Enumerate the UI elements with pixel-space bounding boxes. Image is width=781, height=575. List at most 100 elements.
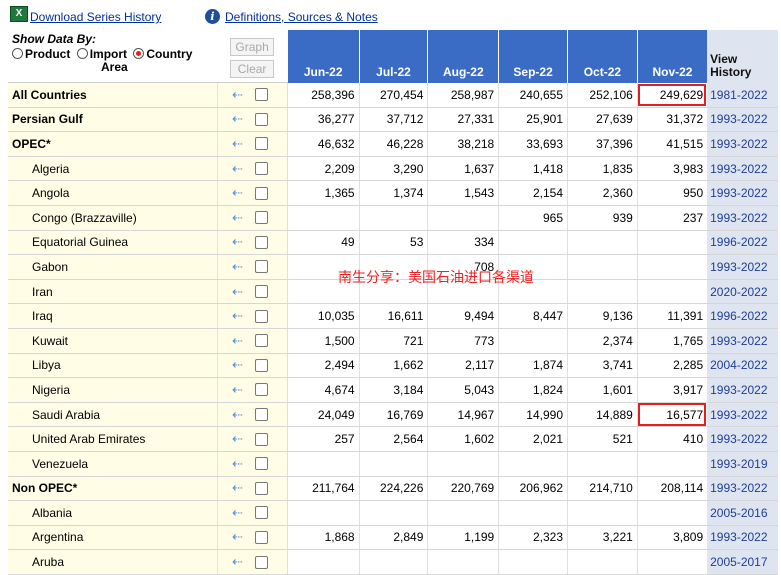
data-cell: 3,221 — [567, 525, 638, 551]
view-history-link[interactable]: 1993-2022 — [710, 530, 767, 544]
select-checkbox[interactable] — [254, 530, 268, 544]
data-cell: 214,710 — [567, 476, 638, 502]
info-icon[interactable]: i — [205, 9, 220, 24]
view-history-link[interactable]: 2005-2017 — [710, 555, 767, 569]
data-cell: 16,769 — [358, 402, 428, 428]
view-history-link[interactable]: 1981-2022 — [710, 88, 767, 102]
history-cell: 1993-2022 — [707, 107, 778, 133]
table-row: All Countries ⇠ 258,396 270,454 258,987 240,6… — [8, 82, 778, 108]
select-checkbox[interactable] — [254, 506, 268, 520]
data-cell: 24,049 — [286, 402, 360, 428]
data-cell — [358, 451, 428, 477]
data-cell: 2,323 — [498, 525, 568, 551]
table-row: Algeria ⇠ 2,209 3,290 1,637 1,418 1,835 3,983 19… — [8, 156, 778, 182]
row-label: Libya — [8, 353, 218, 379]
data-cell — [636, 451, 708, 477]
history-cell: 1993-2022 — [707, 476, 778, 502]
view-history-link[interactable]: 1993-2022 — [710, 186, 767, 200]
row-controls: ⇠ — [216, 205, 288, 231]
download-series-history-link[interactable]: Download Series History — [30, 10, 161, 24]
table-row: Libya ⇠ 2,494 1,662 2,117 1,874 3,741 2,285 2004… — [8, 353, 778, 379]
select-checkbox[interactable] — [254, 334, 268, 348]
history-cell: 1993-2022 — [707, 156, 778, 182]
select-checkbox[interactable] — [254, 112, 268, 126]
data-table: Show Data By: Product Import Country Are… — [8, 30, 778, 575]
select-checkbox[interactable] — [254, 408, 268, 422]
data-cell: 37,712 — [358, 107, 428, 133]
excel-icon[interactable]: X — [10, 6, 28, 22]
data-cell: 1,500 — [286, 328, 360, 354]
data-cell — [636, 279, 708, 305]
data-cell — [498, 451, 568, 477]
radio-button-selected-icon[interactable] — [133, 48, 145, 59]
view-history-link[interactable]: 1993-2022 — [710, 408, 767, 422]
data-cell: 252,106 — [567, 82, 638, 108]
history-cell: 1993-2022 — [707, 254, 778, 280]
select-checkbox[interactable] — [254, 285, 268, 299]
definitions-sources-notes-link[interactable]: Definitions, Sources & Notes — [225, 10, 378, 24]
data-cell: 950 — [636, 180, 708, 206]
select-checkbox[interactable] — [254, 260, 268, 274]
data-cell: 1,637 — [427, 156, 499, 182]
select-checkbox[interactable] — [254, 235, 268, 249]
data-cell: 3,290 — [358, 156, 428, 182]
view-history-link[interactable]: 1993-2022 — [710, 481, 767, 495]
select-checkbox[interactable] — [254, 358, 268, 372]
view-history-link[interactable]: 2020-2022 — [710, 285, 767, 299]
select-checkbox[interactable] — [254, 186, 268, 200]
view-history-link[interactable]: 1996-2022 — [710, 235, 767, 249]
view-history-link[interactable]: 1993-2022 — [710, 383, 767, 397]
row-controls: ⇠ — [216, 230, 288, 256]
select-checkbox[interactable] — [254, 555, 268, 569]
row-label: Argentina — [8, 525, 218, 551]
data-cell: 33,693 — [498, 131, 568, 157]
data-cell: 334 — [427, 230, 499, 256]
view-history-link[interactable]: 1993-2022 — [710, 162, 767, 176]
view-history-link[interactable]: 1993-2022 — [710, 211, 767, 225]
data-cell: 208,114 — [636, 476, 708, 502]
data-cell: 41,515 — [636, 131, 708, 157]
data-cell — [358, 500, 428, 526]
select-checkbox[interactable] — [254, 432, 268, 446]
radio-country[interactable]: Country — [133, 47, 192, 61]
select-checkbox[interactable] — [254, 481, 268, 495]
data-cell — [498, 230, 568, 256]
row-label: Saudi Arabia — [8, 402, 218, 428]
arrow-left-icon: ⇠ — [231, 357, 243, 373]
data-cell — [567, 230, 638, 256]
graph-button[interactable]: Graph — [230, 38, 275, 56]
radio-button-icon[interactable] — [76, 48, 88, 59]
table-row: OPEC* ⇠ 46,632 46,228 38,218 33,693 37,396 41,5… — [8, 131, 778, 157]
data-cell: 410 — [636, 426, 708, 452]
select-checkbox[interactable] — [254, 211, 268, 225]
view-history-header: View History — [707, 30, 778, 83]
data-cell: 46,632 — [286, 131, 360, 157]
radio-import-area[interactable]: Import — [76, 47, 127, 61]
radio-product[interactable]: Product — [12, 47, 70, 61]
select-checkbox[interactable] — [254, 309, 268, 323]
view-history-link[interactable]: 1993-2022 — [710, 137, 767, 151]
data-cell: 3,741 — [567, 353, 638, 379]
data-cell: 773 — [427, 328, 499, 354]
data-cell: 1,365 — [286, 180, 360, 206]
view-history-link[interactable]: 2004-2022 — [710, 358, 767, 372]
view-history-link[interactable]: 1993-2022 — [710, 260, 767, 274]
select-checkbox[interactable] — [254, 88, 268, 102]
view-history-link[interactable]: 1993-2019 — [710, 457, 767, 471]
select-checkbox[interactable] — [254, 137, 268, 151]
radio-button-icon[interactable] — [12, 48, 23, 59]
view-history-link[interactable]: 1993-2022 — [710, 112, 767, 126]
data-cell: 257 — [286, 426, 360, 452]
view-history-link[interactable]: 1996-2022 — [710, 309, 767, 323]
select-checkbox[interactable] — [254, 383, 268, 397]
clear-button[interactable]: Clear — [230, 60, 275, 78]
view-history-link[interactable]: 1993-2022 — [710, 334, 767, 348]
history-cell: 1993-2019 — [707, 451, 778, 477]
view-history-link[interactable]: 1993-2022 — [710, 432, 767, 446]
view-history-link[interactable]: 2005-2016 — [710, 506, 767, 520]
select-checkbox[interactable] — [254, 162, 268, 176]
row-controls: ⇠ — [216, 156, 288, 182]
data-cell — [286, 549, 360, 575]
select-checkbox[interactable] — [254, 457, 268, 471]
row-label: United Arab Emirates — [8, 426, 218, 452]
